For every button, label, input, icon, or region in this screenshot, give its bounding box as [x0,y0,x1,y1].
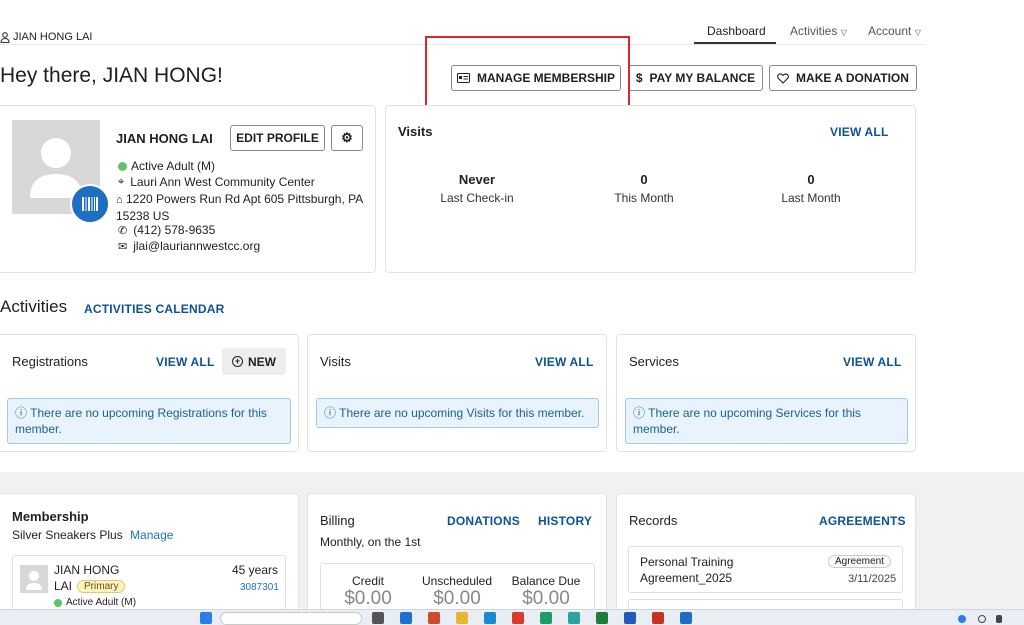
nav-account[interactable]: Account ▽ [868,24,921,38]
taskbar-app-icon[interactable] [568,612,580,624]
taskbar-app-icon[interactable] [540,612,552,624]
heart-icon [777,72,789,84]
member-last-name-row: LAI Primary [54,579,126,593]
record-item-name: Personal Training Agreement_2025 [640,555,734,585]
user-name: JIAN HONG LAI [13,31,93,43]
plus-circle-icon: + [232,356,243,367]
taskbar-app-icon[interactable] [652,612,664,624]
visits-view-all-link[interactable]: VIEW ALL [830,125,888,139]
donation-button[interactable]: MAKE A DONATION [769,65,917,91]
billing-credit: Credit $0.00 [344,574,392,609]
registrations-empty-message: ⓘ There are no upcoming Registrations fo… [7,398,291,444]
taskbar-app-icon[interactable] [624,612,636,624]
history-link[interactable]: HISTORY [538,514,592,528]
settings-button[interactable]: ⚙ [331,125,363,151]
chevron-down-icon: ▽ [914,28,921,37]
info-icon: ⓘ [15,406,28,420]
billing-title: Billing [320,513,355,528]
donations-link[interactable]: DONATIONS [447,514,520,528]
profile-email: ✉ jlai@lauriannwestcc.org [118,239,261,253]
stat-last-checkin: Never Last Check-in [440,172,514,205]
profile-location: ⌖ Lauri Ann West Community Center [118,175,315,189]
tray-icon[interactable] [958,615,966,623]
edit-profile-button[interactable]: EDIT PROFILE [230,125,325,151]
home-icon: ⌂ [116,194,123,206]
pay-balance-button[interactable]: $ PAY MY BALANCE [628,65,763,91]
taskbar-search-box[interactable] [220,612,362,625]
gear-icon: ⚙ [341,130,353,145]
visits-title: Visits [320,354,351,369]
visits-empty-message: ⓘ There are no upcoming Visits for this … [316,398,599,428]
profile-status: Active Adult (M) [118,159,215,173]
highlight-box [425,36,630,116]
member-status: Active Adult (M) [54,597,136,608]
record-item-badge: Agreement [828,555,891,568]
barcode-icon[interactable] [70,184,110,224]
windows-start-icon[interactable] [200,612,212,624]
taskbar-app-icon[interactable] [428,612,440,624]
stat-this-month: 0 This Month [614,172,674,205]
profile-phone: ✆ (412) 578-9635 [118,223,216,237]
nav-dashboard-underline [694,42,776,44]
taskbar-app-icon[interactable] [680,612,692,624]
billing-schedule: Monthly, on the 1st [320,535,421,549]
nav-activities[interactable]: Activities ▽ [790,24,847,38]
mail-icon: ✉ [118,240,128,253]
taskbar-app-icon[interactable] [400,612,412,624]
info-icon: ⓘ [633,406,646,420]
taskbar-app-icon[interactable] [456,612,468,624]
user-indicator: JIAN HONG LAI [0,31,92,43]
services-view-all-link[interactable]: VIEW ALL [843,355,901,369]
visits-card-view-all-link[interactable]: VIEW ALL [535,355,593,369]
visits-card [307,334,607,452]
member-avatar [20,565,48,593]
taskbar-app-icon[interactable] [484,612,496,624]
tray-icon[interactable] [996,615,1002,623]
status-dot-icon [118,161,127,171]
new-registration-button[interactable]: + NEW [222,348,286,375]
page-title: Hey there, JIAN HONG! [0,64,223,87]
tray-icon[interactable] [978,615,986,623]
taskbar-app-icon[interactable] [596,612,608,624]
registrations-view-all-link[interactable]: VIEW ALL [156,355,214,369]
info-icon: ⓘ [324,406,337,420]
activities-heading: Activities [0,297,68,316]
profile-name: JIAN HONG LAI [116,131,213,146]
registrations-title: Registrations [12,354,88,369]
taskbar-app-icon[interactable] [512,612,524,624]
dollar-icon: $ [635,71,643,85]
map-pin-icon: ⌖ [118,175,125,188]
billing-unscheduled: Unscheduled $0.00 [421,574,493,609]
agreements-link[interactable]: AGREEMENTS [819,514,906,528]
record-item-date: 3/11/2025 [848,573,897,585]
stat-last-month: 0 Last Month [781,172,841,205]
member-age: 45 years [232,563,279,577]
chevron-down-icon: ▽ [840,28,847,37]
manage-link[interactable]: Manage [130,528,173,542]
billing-balance-due: Balance Due $0.00 [511,574,581,609]
membership-plan: Silver Sneakers Plus Manage [12,528,174,542]
nav-dashboard[interactable]: Dashboard [707,24,766,38]
member-first-name: JIAN HONG [54,563,120,577]
profile-address: ⌂ 1220 Powers Run Rd Apt 605 Pittsburgh,… [116,192,363,223]
records-title: Records [629,513,678,528]
status-dot-icon [54,598,62,607]
user-icon [0,31,10,43]
phone-icon: ✆ [118,224,128,237]
visits-summary-title: Visits [398,124,433,139]
activities-calendar-link[interactable]: ACTIVITIES CALENDAR [84,302,224,316]
services-empty-message: ⓘ There are no upcoming Services for thi… [625,398,908,444]
taskbar-app-icon[interactable] [372,612,384,624]
services-title: Services [629,354,679,369]
membership-title: Membership [12,509,89,524]
member-id[interactable]: 3087301 [240,582,279,593]
primary-badge: Primary [77,579,126,593]
